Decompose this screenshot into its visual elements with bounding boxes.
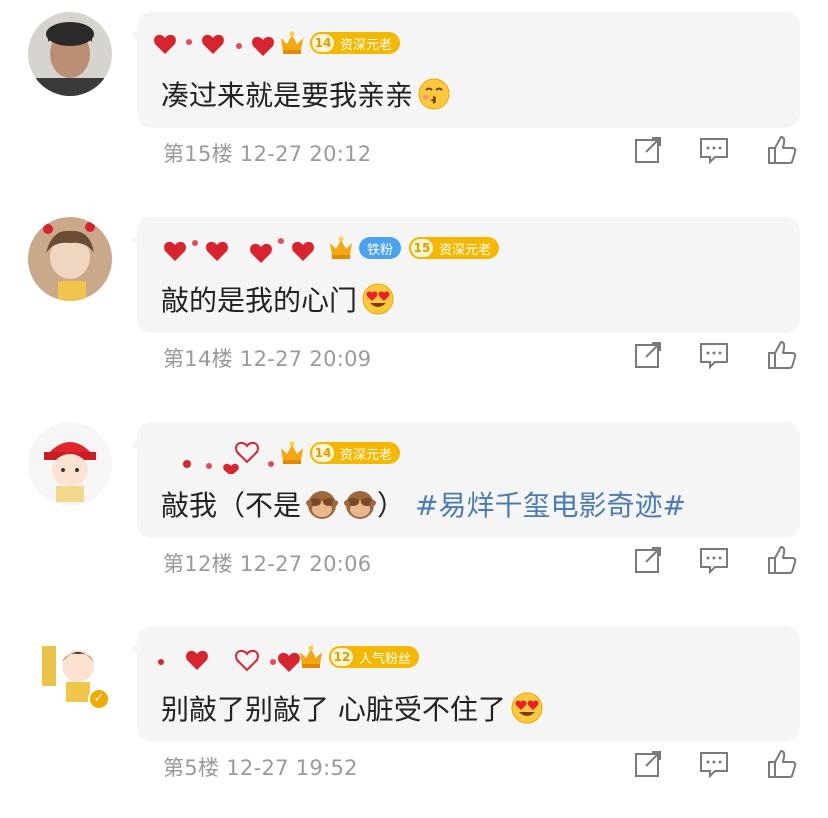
share-icon[interactable] xyxy=(632,544,664,576)
comment-actions xyxy=(0,339,828,375)
comment-item: 铁粉 15 资深元老 敲的是我的心门 第14楼 12-27 20:09 xyxy=(0,205,828,409)
comment-text: 凑过来就是要我亲亲 xyxy=(161,74,451,114)
share-icon[interactable] xyxy=(632,134,664,166)
fan-level-badge: 12 人气粉丝 xyxy=(329,646,420,668)
hashtag-link[interactable]: #易烊千玺电影奇迹# xyxy=(415,484,686,524)
fan-level-number: 14 xyxy=(310,32,336,54)
comment-text: 敲的是我的心门 xyxy=(161,279,395,319)
fan-level-label: 资深元老 xyxy=(340,37,393,53)
kiss-emoji xyxy=(418,78,450,110)
comment-actions xyxy=(0,748,828,784)
fan-level-label: 铁粉 xyxy=(367,242,394,258)
like-icon[interactable] xyxy=(766,339,798,371)
comment-text-content: 敲我（不是 xyxy=(161,489,302,522)
fan-level-number: 12 xyxy=(329,646,355,668)
masked-nickname xyxy=(151,229,314,269)
comment-text-content: 敲的是我的心门 xyxy=(161,284,358,317)
comment-bubble: 14 资深元老 敲我（不是 ） #易烊千玺电影奇迹# xyxy=(131,422,800,538)
comment-text: 敲我（不是 ） #易烊千玺电影奇迹# xyxy=(161,484,686,524)
comment-text-end: ） xyxy=(377,489,406,522)
comment-actions xyxy=(0,134,828,170)
see-no-evil-monkey-emoji xyxy=(306,491,339,519)
avatar[interactable] xyxy=(28,422,112,506)
comment-icon[interactable] xyxy=(698,748,730,780)
share-icon[interactable] xyxy=(632,339,664,371)
crown-icon xyxy=(300,645,322,668)
comment-bubble: 14 资深元老 凑过来就是要我亲亲 xyxy=(131,12,800,128)
see-no-evil-monkey-emoji xyxy=(344,491,377,519)
fan-level-badge: 15 资深元老 xyxy=(409,237,500,259)
heart-eyes-emoji xyxy=(511,692,543,724)
comment-item: 14 资深元老 敲我（不是 ） #易烊千玺电影奇迹# 第12楼 12-27 20… xyxy=(0,410,828,614)
crown-icon xyxy=(281,31,303,54)
heart-eyes-emoji xyxy=(362,283,394,315)
share-icon[interactable] xyxy=(632,748,664,780)
comment-actions xyxy=(0,544,828,580)
avatar[interactable] xyxy=(28,217,112,301)
comment-text-content: 别敲了别敲了 心脏受不住了 xyxy=(161,693,506,726)
fan-level-label: 人气粉丝 xyxy=(359,651,412,667)
iron-fan-badge: 铁粉 xyxy=(359,237,402,259)
like-icon[interactable] xyxy=(766,544,798,576)
fan-level-badge: 14 资深元老 xyxy=(310,442,401,464)
masked-nickname xyxy=(151,638,311,678)
comment-icon[interactable] xyxy=(698,134,730,166)
fan-level-badge: 14 资深元老 xyxy=(310,32,401,54)
fan-level-label: 资深元老 xyxy=(439,242,492,258)
comment-item: ✓ 12 人气粉丝 别敲了别敲了 心脏受不住了 第5楼 12-27 19:52 xyxy=(0,614,828,818)
fan-level-number: 15 xyxy=(409,237,436,259)
comment-icon[interactable] xyxy=(698,544,730,576)
comment-icon[interactable] xyxy=(698,339,730,371)
verified-badge-icon: ✓ xyxy=(88,688,110,710)
crown-icon xyxy=(281,441,303,464)
comment-text: 别敲了别敲了 心脏受不住了 xyxy=(161,688,544,728)
avatar[interactable] xyxy=(28,12,112,96)
comment-item: 14 资深元老 凑过来就是要我亲亲 第15楼 12-27 20:12 xyxy=(0,0,828,204)
like-icon[interactable] xyxy=(766,748,798,780)
comment-bubble: 12 人气粉丝 别敲了别敲了 心脏受不住了 xyxy=(131,626,800,742)
fan-level-number: 14 xyxy=(310,442,336,464)
like-icon[interactable] xyxy=(766,134,798,166)
crown-icon xyxy=(330,236,352,259)
comment-bubble: 铁粉 15 资深元老 敲的是我的心门 xyxy=(131,217,800,333)
comment-text-content: 凑过来就是要我亲亲 xyxy=(161,79,414,112)
fan-level-label: 资深元老 xyxy=(340,447,393,463)
